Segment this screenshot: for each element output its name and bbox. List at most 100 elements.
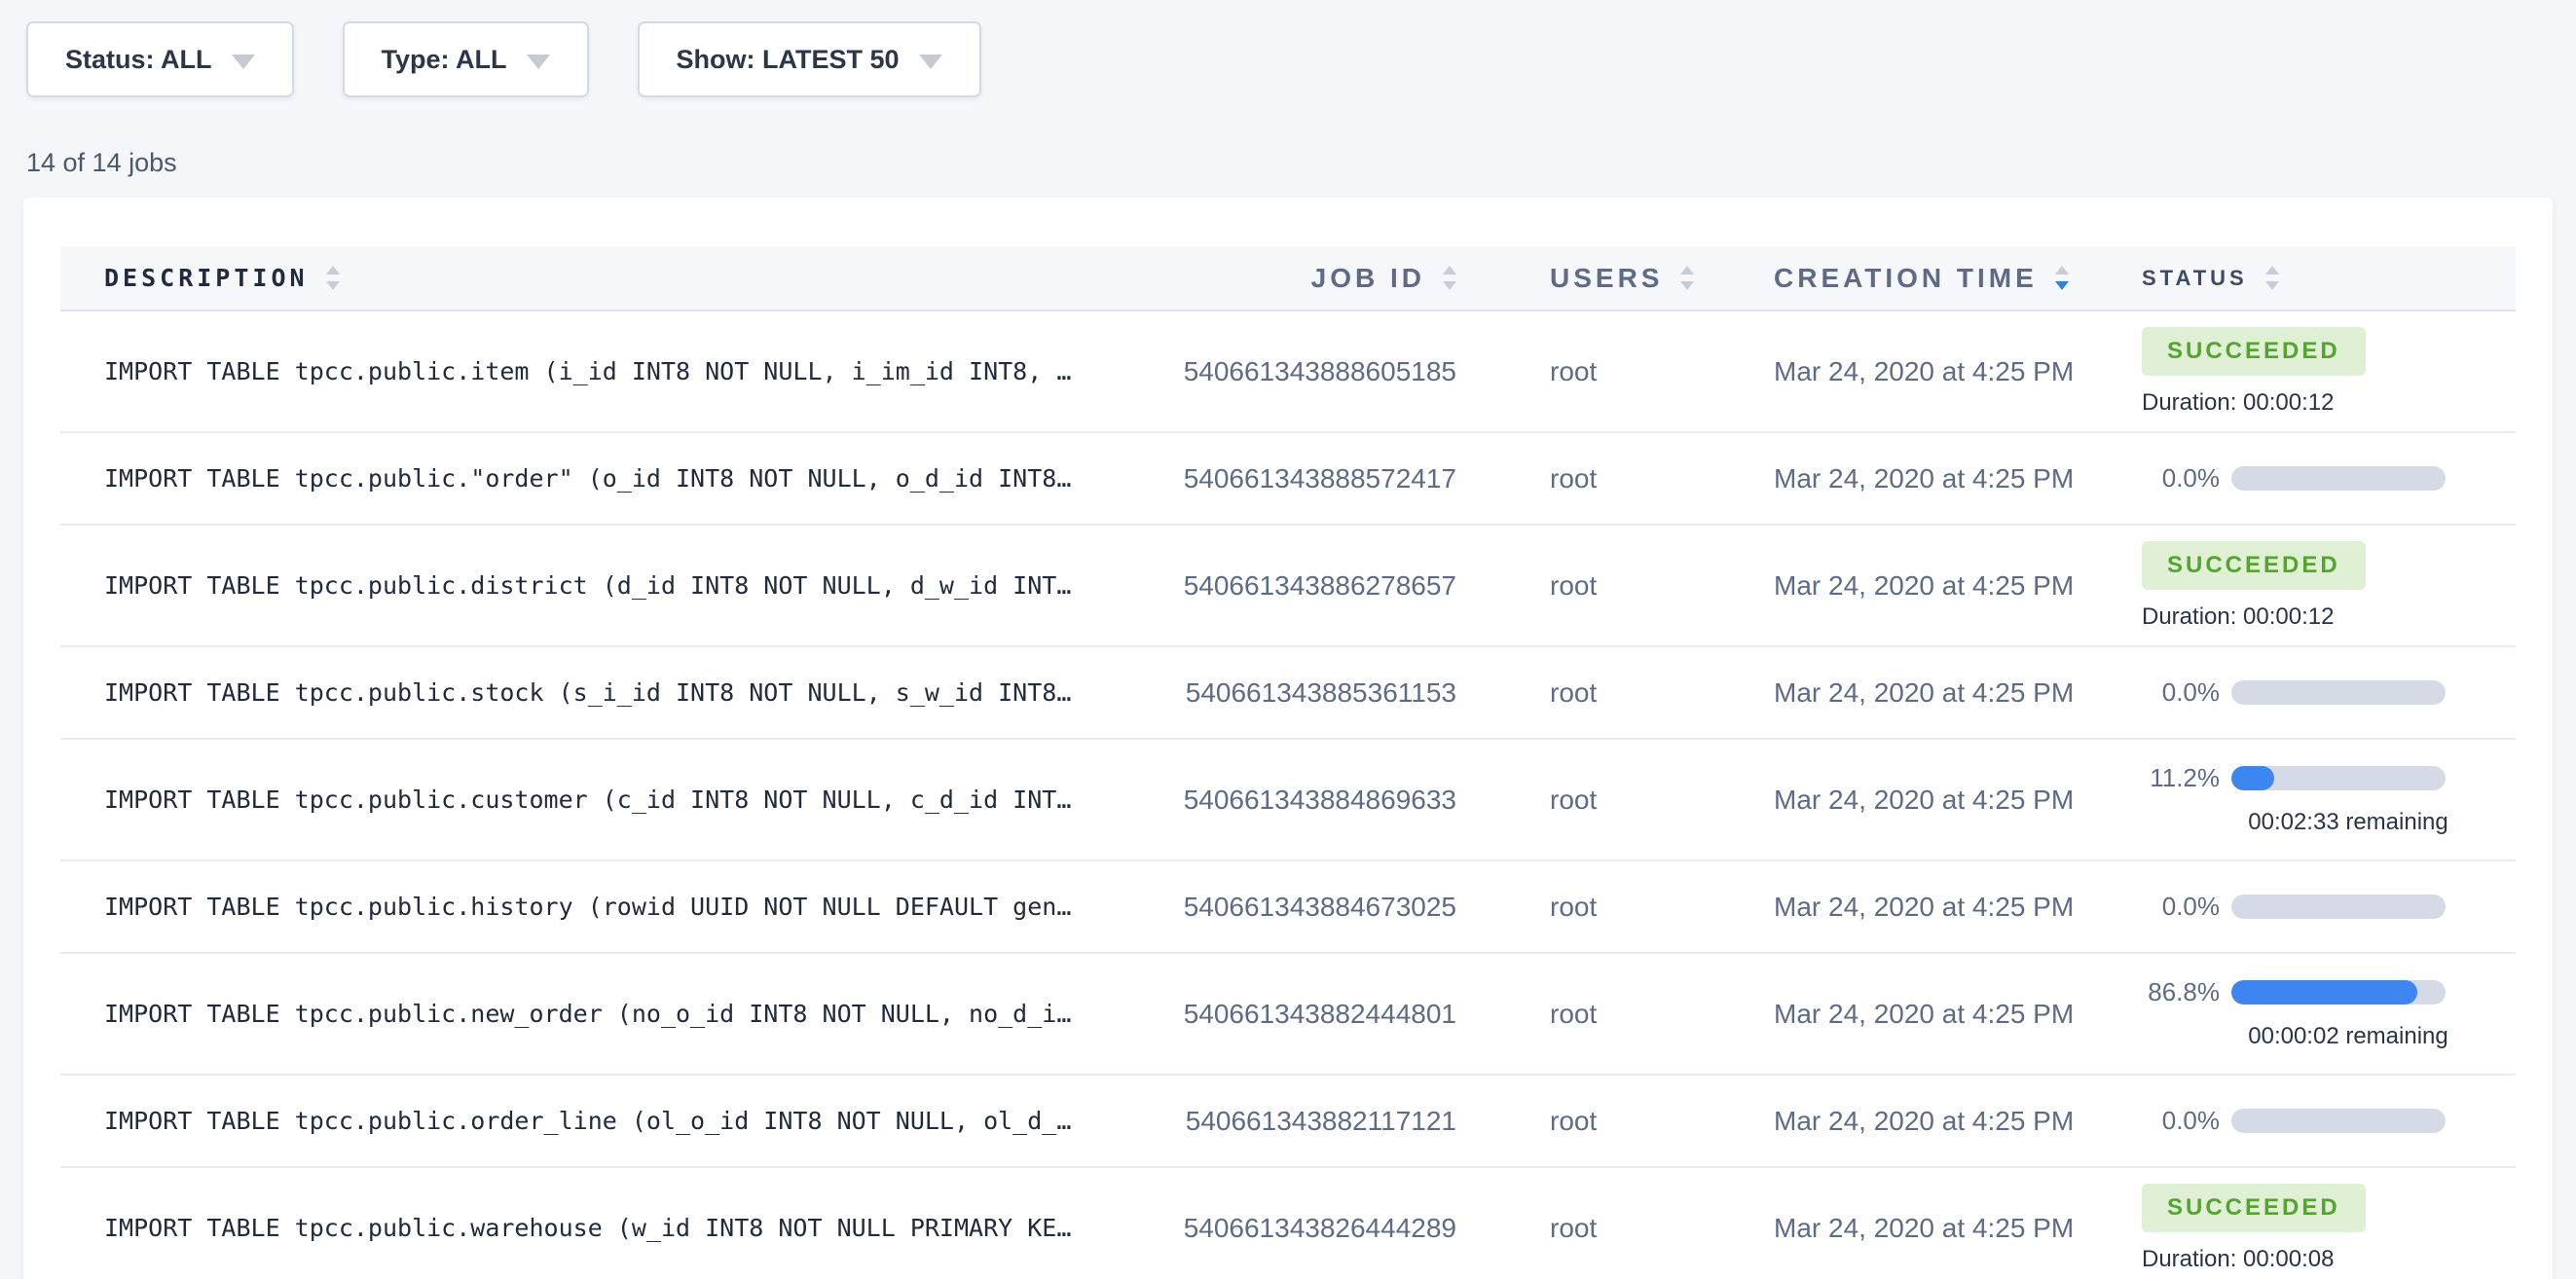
job-creation-time: Mar 24, 2020 at 4:25 PM	[1774, 1106, 2142, 1137]
progress-percent: 0.0%	[2142, 892, 2220, 922]
progress-line: 0.0%	[2142, 892, 2516, 922]
status-filter-dropdown[interactable]: Status: ALL	[26, 21, 294, 97]
sort-asc-icon	[326, 266, 340, 274]
table-row: IMPORT TABLE tpcc.public.new_order (no_o…	[60, 954, 2516, 1076]
jobs-count: 14 of 14 jobs	[26, 148, 2576, 178]
progress-bar	[2231, 1109, 2446, 1133]
progress-bar	[2231, 895, 2446, 919]
table-row: IMPORT TABLE tpcc.public.item (i_id INT8…	[60, 311, 2516, 433]
job-status-cell: SUCCEEDED Duration: 00:00:12	[2142, 327, 2516, 417]
column-header-status[interactable]: STATUS	[2142, 266, 2516, 291]
progress-remaining: 00:02:33 remaining	[2231, 809, 2465, 836]
job-user: root	[1456, 570, 1774, 602]
progress-bar	[2231, 466, 2446, 491]
progress-percent: 0.0%	[2142, 677, 2220, 708]
progress-line: 0.0%	[2142, 1106, 2516, 1136]
job-user: root	[1456, 785, 1774, 816]
show-filter-label: Show: LATEST 50	[677, 45, 900, 75]
sort-arrows-icon[interactable]	[2265, 266, 2279, 290]
job-description: IMPORT TABLE tpcc.public.warehouse (w_id…	[60, 1214, 1077, 1242]
job-description: IMPORT TABLE tpcc.public.customer (c_id …	[60, 786, 1077, 814]
job-creation-time: Mar 24, 2020 at 4:25 PM	[1774, 999, 2142, 1030]
sort-arrows-icon[interactable]	[1680, 266, 1694, 290]
job-id: 540661343886278657	[1077, 570, 1456, 602]
job-status-cell: 0.0%	[2142, 1106, 2516, 1136]
job-status-cell: SUCCEEDED Duration: 00:00:08	[2142, 1184, 2516, 1273]
progress-bar-fill	[2231, 766, 2274, 790]
status-badge: SUCCEEDED	[2142, 327, 2366, 376]
job-description: IMPORT TABLE tpcc.public.district (d_id …	[60, 571, 1077, 600]
job-description: IMPORT TABLE tpcc.public.new_order (no_o…	[60, 1000, 1077, 1028]
job-user: root	[1456, 892, 1774, 923]
job-id: 540661343882444801	[1077, 999, 1456, 1030]
type-filter-dropdown[interactable]: Type: ALL	[343, 21, 589, 97]
status-duration: Duration: 00:00:12	[2142, 389, 2516, 417]
progress-remaining: 00:00:02 remaining	[2231, 1023, 2465, 1050]
column-header-label: STATUS	[2142, 266, 2248, 291]
job-creation-time: Mar 24, 2020 at 4:25 PM	[1774, 463, 2142, 494]
sort-arrows-icon[interactable]	[2055, 266, 2069, 290]
job-status-cell: 0.0%	[2142, 892, 2516, 922]
column-header-label: JOB ID	[1311, 263, 1425, 294]
column-header-creation-time[interactable]: CREATION TIME	[1774, 263, 2142, 294]
job-id: 540661343888572417	[1077, 463, 1456, 494]
status-filter-label: Status: ALL	[65, 45, 212, 75]
show-filter-dropdown[interactable]: Show: LATEST 50	[638, 21, 981, 97]
sort-desc-icon	[326, 281, 340, 290]
job-description: IMPORT TABLE tpcc.public."order" (o_id I…	[60, 464, 1077, 493]
job-status-cell: SUCCEEDED Duration: 00:00:12	[2142, 541, 2516, 631]
chevron-down-icon	[527, 55, 550, 69]
progress-percent: 0.0%	[2142, 463, 2220, 493]
sort-desc-icon	[2055, 281, 2069, 290]
status-badge: SUCCEEDED	[2142, 1184, 2366, 1232]
progress-line: 86.8%	[2142, 977, 2516, 1007]
status-badge: SUCCEEDED	[2142, 541, 2366, 590]
column-header-label: DESCRIPTION	[104, 264, 309, 292]
sort-desc-icon	[1680, 281, 1694, 290]
job-creation-time: Mar 24, 2020 at 4:25 PM	[1774, 570, 2142, 602]
job-user: root	[1456, 999, 1774, 1030]
job-id: 540661343884673025	[1077, 892, 1456, 923]
table-row: IMPORT TABLE tpcc.public.district (d_id …	[60, 526, 2516, 647]
status-duration: Duration: 00:00:12	[2142, 603, 2516, 631]
column-header-users[interactable]: USERS	[1456, 263, 1774, 294]
job-creation-time: Mar 24, 2020 at 4:25 PM	[1774, 677, 2142, 709]
type-filter-label: Type: ALL	[382, 45, 507, 75]
job-id: 540661343826444289	[1077, 1213, 1456, 1244]
job-creation-time: Mar 24, 2020 at 4:25 PM	[1774, 785, 2142, 816]
progress-percent: 11.2%	[2142, 763, 2220, 793]
jobs-page: Status: ALL Type: ALL Show: LATEST 50 14…	[0, 21, 2576, 1279]
job-status-cell: 86.8% 00:00:02 remaining	[2142, 977, 2516, 1050]
job-user: root	[1456, 1106, 1774, 1137]
jobs-card: DESCRIPTION JOB ID USERS CREATION TIME STATU…	[23, 198, 2553, 1279]
job-description: IMPORT TABLE tpcc.public.order_line (ol_…	[60, 1107, 1077, 1135]
chevron-down-icon	[919, 55, 942, 69]
column-header-description[interactable]: DESCRIPTION	[60, 264, 1077, 292]
progress-line: 0.0%	[2142, 463, 2516, 493]
sort-arrows-icon[interactable]	[1443, 266, 1456, 290]
filters-bar: Status: ALL Type: ALL Show: LATEST 50	[26, 21, 2576, 97]
job-creation-time: Mar 24, 2020 at 4:25 PM	[1774, 1213, 2142, 1244]
job-id: 540661343888605185	[1077, 356, 1456, 387]
job-user: root	[1456, 356, 1774, 387]
column-header-label: USERS	[1550, 263, 1663, 294]
sort-asc-icon	[1680, 266, 1694, 274]
job-description: IMPORT TABLE tpcc.public.item (i_id INT8…	[60, 357, 1077, 385]
progress-bar	[2231, 766, 2446, 790]
job-id: 540661343885361153	[1077, 677, 1456, 709]
table-header: DESCRIPTION JOB ID USERS CREATION TIME STATU…	[60, 246, 2516, 311]
sort-desc-icon	[2265, 281, 2279, 290]
job-status-cell: 0.0%	[2142, 463, 2516, 493]
job-description: IMPORT TABLE tpcc.public.stock (s_i_id I…	[60, 678, 1077, 707]
status-duration: Duration: 00:00:08	[2142, 1246, 2516, 1273]
progress-line: 0.0%	[2142, 677, 2516, 708]
sort-desc-icon	[1443, 281, 1456, 290]
job-creation-time: Mar 24, 2020 at 4:25 PM	[1774, 356, 2142, 387]
column-header-label: CREATION TIME	[1774, 263, 2038, 294]
column-header-job-id[interactable]: JOB ID	[1077, 263, 1456, 294]
job-id: 540661343884869633	[1077, 785, 1456, 816]
table-body: IMPORT TABLE tpcc.public.item (i_id INT8…	[60, 311, 2516, 1279]
progress-percent: 86.8%	[2142, 977, 2220, 1007]
sort-arrows-icon[interactable]	[326, 266, 340, 290]
progress-percent: 0.0%	[2142, 1106, 2220, 1136]
